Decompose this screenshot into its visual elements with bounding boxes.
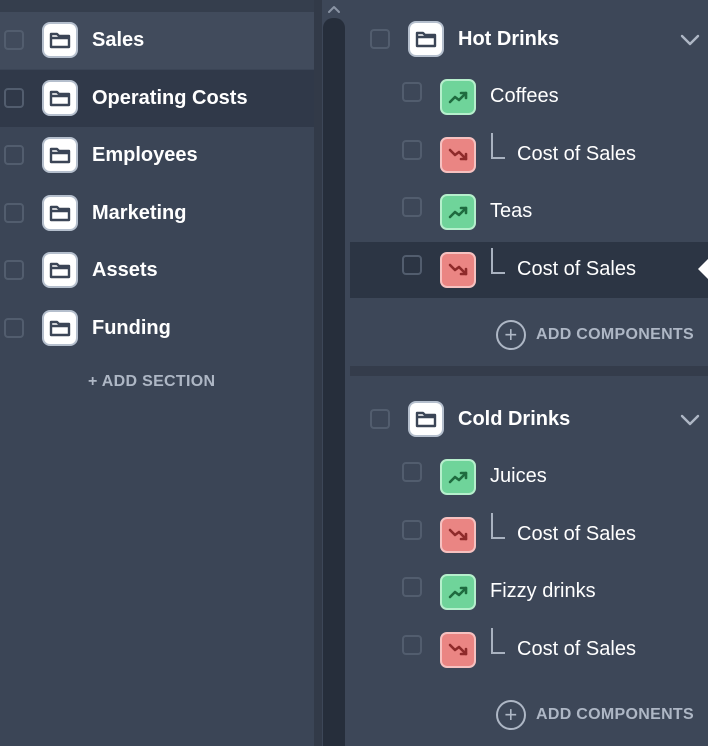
section-item[interactable]: Sales (0, 12, 314, 69)
section-checkbox[interactable] (4, 145, 24, 166)
add-components-button[interactable]: + ADD COMPONENTS (496, 320, 694, 350)
plus-circle-icon: + (496, 700, 526, 730)
section-item[interactable]: Marketing (0, 185, 314, 242)
panel-divider[interactable] (314, 0, 322, 746)
trend-down-icon (440, 632, 476, 669)
child-connector (491, 248, 505, 275)
component-checkbox[interactable] (402, 197, 422, 218)
add-section-button[interactable]: + ADD SECTION (88, 373, 215, 391)
folder-icon (408, 21, 444, 57)
group-separator (350, 366, 708, 376)
section-checkbox[interactable] (4, 87, 24, 108)
section-label: Funding (92, 317, 171, 339)
child-connector (491, 512, 505, 539)
folder-icon (42, 79, 78, 116)
selection-pointer (698, 259, 708, 279)
trend-down-icon (440, 516, 476, 553)
add-components-label: ADD COMPONENTS (536, 706, 694, 723)
folder-icon (42, 310, 78, 346)
component-label: Cost of Sales (517, 142, 636, 165)
section-checkbox[interactable] (4, 202, 24, 223)
group-title: Cold Drinks (458, 408, 571, 430)
component-label: Fizzy drinks (490, 580, 596, 603)
trend-up-icon (440, 459, 476, 495)
plus-circle-icon: + (496, 320, 526, 350)
section-checkbox[interactable] (4, 30, 24, 50)
trend-up-icon (440, 574, 476, 611)
component-checkbox[interactable] (402, 577, 422, 598)
component-checkbox[interactable] (402, 82, 422, 102)
section-item[interactable]: Operating Costs (0, 69, 314, 127)
component-label: Teas (490, 200, 533, 223)
add-components-label: ADD COMPONENTS (536, 326, 694, 343)
component-label: Juices (490, 465, 547, 487)
group-checkbox[interactable] (370, 29, 390, 49)
section-item[interactable]: Employees (0, 127, 314, 184)
section-label: Sales (92, 29, 145, 51)
section-label: Marketing (92, 201, 187, 224)
chevron-down-icon[interactable] (680, 413, 700, 426)
section-label: Operating Costs (92, 86, 248, 109)
component-checkbox[interactable] (402, 139, 422, 160)
child-connector (491, 132, 505, 159)
section-checkbox[interactable] (4, 318, 24, 338)
component-checkbox[interactable] (402, 462, 422, 482)
folder-icon (42, 137, 78, 174)
component-label: Cost of Sales (517, 638, 636, 661)
trend-up-icon (440, 194, 476, 231)
child-connector (491, 628, 505, 655)
group-title: Hot Drinks (458, 28, 560, 50)
section-checkbox[interactable] (4, 260, 24, 281)
sections-panel-top-edge (0, 0, 314, 12)
component-checkbox[interactable] (402, 519, 422, 540)
group-checkbox[interactable] (370, 409, 390, 429)
section-item[interactable]: Funding (0, 300, 314, 357)
trend-down-icon (440, 136, 476, 173)
section-label: Assets (92, 259, 158, 282)
trend-down-icon (440, 252, 476, 289)
chevron-down-icon[interactable] (680, 33, 700, 46)
component-checkbox[interactable] (402, 635, 422, 656)
scrollbar-thumb[interactable] (323, 18, 345, 746)
section-item[interactable]: Assets (0, 242, 314, 299)
component-label: Coffees (490, 85, 559, 107)
section-label: Employees (92, 144, 198, 167)
folder-icon (408, 401, 444, 437)
component-label: Cost of Sales (517, 258, 636, 281)
folder-icon (42, 194, 78, 231)
scroll-up-arrow-icon[interactable] (326, 2, 342, 16)
folder-icon (42, 22, 78, 58)
trend-up-icon (440, 79, 476, 115)
add-components-button[interactable]: + ADD COMPONENTS (496, 700, 694, 730)
component-checkbox[interactable] (402, 255, 422, 276)
folder-icon (42, 252, 78, 289)
component-label: Cost of Sales (517, 522, 636, 545)
